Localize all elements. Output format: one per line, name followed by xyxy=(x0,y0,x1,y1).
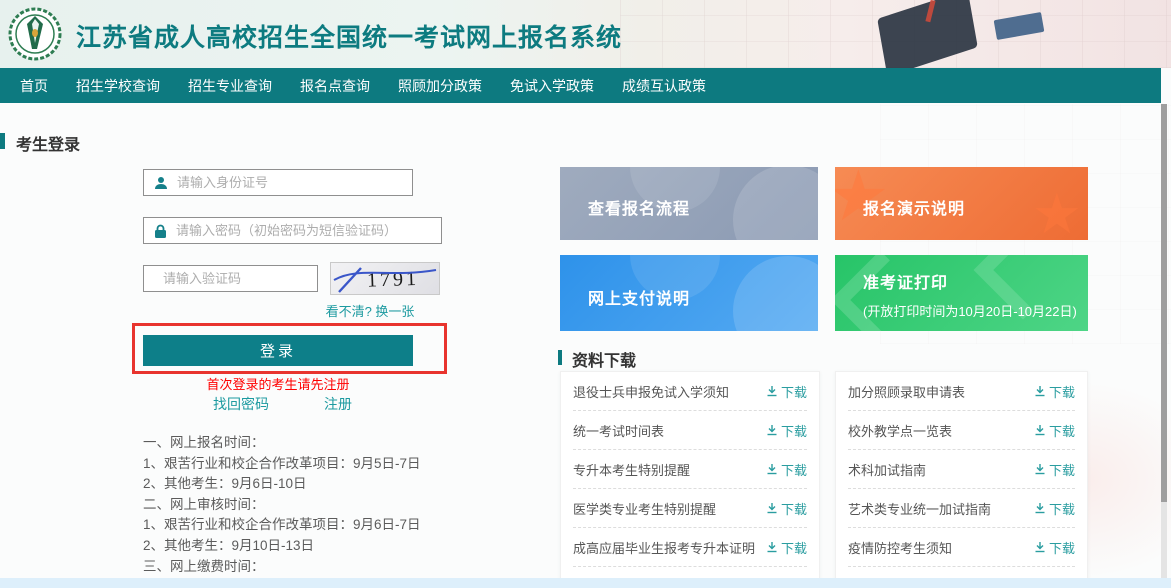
download-row: 统一考试时间表 下载 xyxy=(573,411,807,450)
download-item-name: 退役士兵申报免试入学须知 xyxy=(573,382,729,401)
captcha-refresh-line: 看不清? 换一张 xyxy=(300,301,440,320)
download-link[interactable]: 下载 xyxy=(766,421,807,440)
captcha-noise-line xyxy=(339,268,361,292)
download-item-name: 术科加试指南 xyxy=(848,460,926,479)
card-print-admission-ticket[interactable]: 准考证打印 (开放打印时间为10月20日-10月22日) xyxy=(835,255,1088,331)
notice-line: 三、网上缴费时间： xyxy=(143,557,543,578)
captcha-refresh-link[interactable]: 换一张 xyxy=(375,304,414,319)
login-button[interactable]: 登录 xyxy=(143,335,413,366)
download-row: 医学类专业考生特别提醒 下载 xyxy=(573,489,807,528)
main-nav: 首页 招生学校查询 招生专业查询 报名点查询 照顾加分政策 免试入学政策 成绩互… xyxy=(0,68,1161,103)
download-row: 艺术类专业统一加试指南 下载 xyxy=(848,489,1075,528)
nav-item-score-policy[interactable]: 成绩互认政策 xyxy=(622,76,706,96)
find-password-link[interactable]: 找回密码 xyxy=(213,394,269,414)
captcha-refresh-prefix: 看不清? xyxy=(326,304,372,319)
download-link[interactable]: 下载 xyxy=(1034,421,1075,440)
download-row: 专升本考生特别提醒 下载 xyxy=(573,450,807,489)
card-subtitle: (开放打印时间为10月20日-10月22日) xyxy=(863,301,1077,320)
captcha-text: 1791 xyxy=(367,268,420,292)
card-registration-demo[interactable]: 报名演示说明 xyxy=(835,167,1088,240)
user-icon xyxy=(154,176,168,190)
download-icon xyxy=(1034,463,1046,475)
download-row: 成高应届毕业生报考专升本证明 下载 xyxy=(573,528,807,567)
downloads-panel-left: 退役士兵申报免试入学须知 下载 统一考试时间表 下载 专升本考生特别提醒 下载 … xyxy=(560,371,820,588)
download-item-name: 统一考试时间表 xyxy=(573,421,664,440)
download-link[interactable]: 下载 xyxy=(1034,499,1075,518)
download-icon xyxy=(766,541,778,553)
download-item-name: 医学类专业考生特别提醒 xyxy=(573,499,716,518)
download-item-name: 艺术类专业统一加试指南 xyxy=(848,499,991,518)
download-row: 加分照顾录取申请表 下载 xyxy=(848,372,1075,411)
page-title: 江苏省成人高校招生全国统一考试网上报名系统 xyxy=(76,18,622,54)
download-link[interactable]: 下载 xyxy=(766,499,807,518)
download-icon xyxy=(1034,502,1046,514)
download-row: 疫情防控考生须知 下载 xyxy=(848,528,1075,567)
download-row: 校外教学点一览表 下载 xyxy=(848,411,1075,450)
register-link[interactable]: 注册 xyxy=(324,394,352,414)
download-item-name: 成高应届毕业生报考专升本证明 xyxy=(573,538,755,557)
captcha-image[interactable]: 1791 xyxy=(330,262,440,295)
scrollbar-thumb[interactable] xyxy=(1161,104,1167,502)
download-row: 退役士兵申报免试入学须知 下载 xyxy=(573,372,807,411)
card-label: 准考证打印 xyxy=(863,269,948,293)
card-view-registration-process[interactable]: 查看报名流程 xyxy=(560,167,818,240)
password-input[interactable] xyxy=(176,223,431,238)
download-item-name: 加分照顾录取申请表 xyxy=(848,382,965,401)
download-link[interactable]: 下载 xyxy=(1034,382,1075,401)
notice-line: 一、网上报名时间： xyxy=(143,433,543,454)
download-icon xyxy=(766,463,778,475)
download-item-name: 校外教学点一览表 xyxy=(848,421,952,440)
nav-item-school-query[interactable]: 招生学校查询 xyxy=(76,76,160,96)
card-label: 网上支付说明 xyxy=(588,285,690,309)
page: 江苏省成人高校招生全国统一考试网上报名系统 首页 招生学校查询 招生专业查询 报… xyxy=(0,0,1171,588)
section-marker xyxy=(0,133,5,149)
header: 江苏省成人高校招生全国统一考试网上报名系统 xyxy=(0,0,1171,68)
download-icon xyxy=(1034,541,1046,553)
download-icon xyxy=(1034,424,1046,436)
captcha-input[interactable] xyxy=(163,271,339,286)
nav-item-exemption-policy[interactable]: 免试入学政策 xyxy=(510,76,594,96)
download-item-name: 疫情防控考生须知 xyxy=(848,538,952,557)
download-link[interactable]: 下载 xyxy=(1034,460,1075,479)
notice-line: 2、其他考生：9月10日-13日 xyxy=(143,536,543,557)
download-link[interactable]: 下载 xyxy=(766,538,807,557)
notice-line: 2、其他考生：9月6日-10日 xyxy=(143,474,543,495)
nav-item-bonus-policy[interactable]: 照顾加分政策 xyxy=(398,76,482,96)
login-section-title: 考生登录 xyxy=(16,131,80,155)
notice-line: 1、艰苦行业和校企合作改革项目：9月5日-7日 xyxy=(143,454,543,475)
download-icon xyxy=(766,424,778,436)
download-icon xyxy=(766,502,778,514)
download-link[interactable]: 下载 xyxy=(1034,538,1075,557)
id-number-field-wrap xyxy=(143,169,413,196)
notice-line: 1、艰苦行业和校企合作改革项目：9月6日-7日 xyxy=(143,515,543,536)
captcha-field-wrap xyxy=(143,265,318,292)
password-field-wrap xyxy=(143,217,442,244)
download-icon xyxy=(1034,385,1046,397)
card-label: 报名演示说明 xyxy=(863,195,965,219)
downloads-panel-right: 加分照顾录取申请表 下载 校外教学点一览表 下载 术科加试指南 下载 艺术类专业… xyxy=(835,371,1088,588)
download-icon xyxy=(766,385,778,397)
nav-item-regpoint-query[interactable]: 报名点查询 xyxy=(300,76,370,96)
section-marker xyxy=(558,350,562,365)
nav-item-home[interactable]: 首页 xyxy=(20,76,48,96)
card-online-payment-info[interactable]: 网上支付说明 xyxy=(560,255,818,331)
lock-icon xyxy=(154,224,167,238)
download-item-name: 专升本考生特别提醒 xyxy=(573,460,690,479)
id-number-input[interactable] xyxy=(177,175,402,190)
notice-line: 二、网上审核时间： xyxy=(143,495,543,516)
downloads-section-title: 资料下载 xyxy=(572,347,636,371)
download-link[interactable]: 下载 xyxy=(766,382,807,401)
bottom-strip xyxy=(0,578,1171,588)
nav-item-major-query[interactable]: 招生专业查询 xyxy=(188,76,272,96)
site-logo-icon xyxy=(8,7,62,61)
schedule-notice: 一、网上报名时间： 1、艰苦行业和校企合作改革项目：9月5日-7日 2、其他考生… xyxy=(143,433,543,588)
download-link[interactable]: 下载 xyxy=(766,460,807,479)
download-row: 术科加试指南 下载 xyxy=(848,450,1075,489)
first-login-note: 首次登录的考生请先注册 xyxy=(143,374,413,393)
card-label: 查看报名流程 xyxy=(588,195,690,219)
